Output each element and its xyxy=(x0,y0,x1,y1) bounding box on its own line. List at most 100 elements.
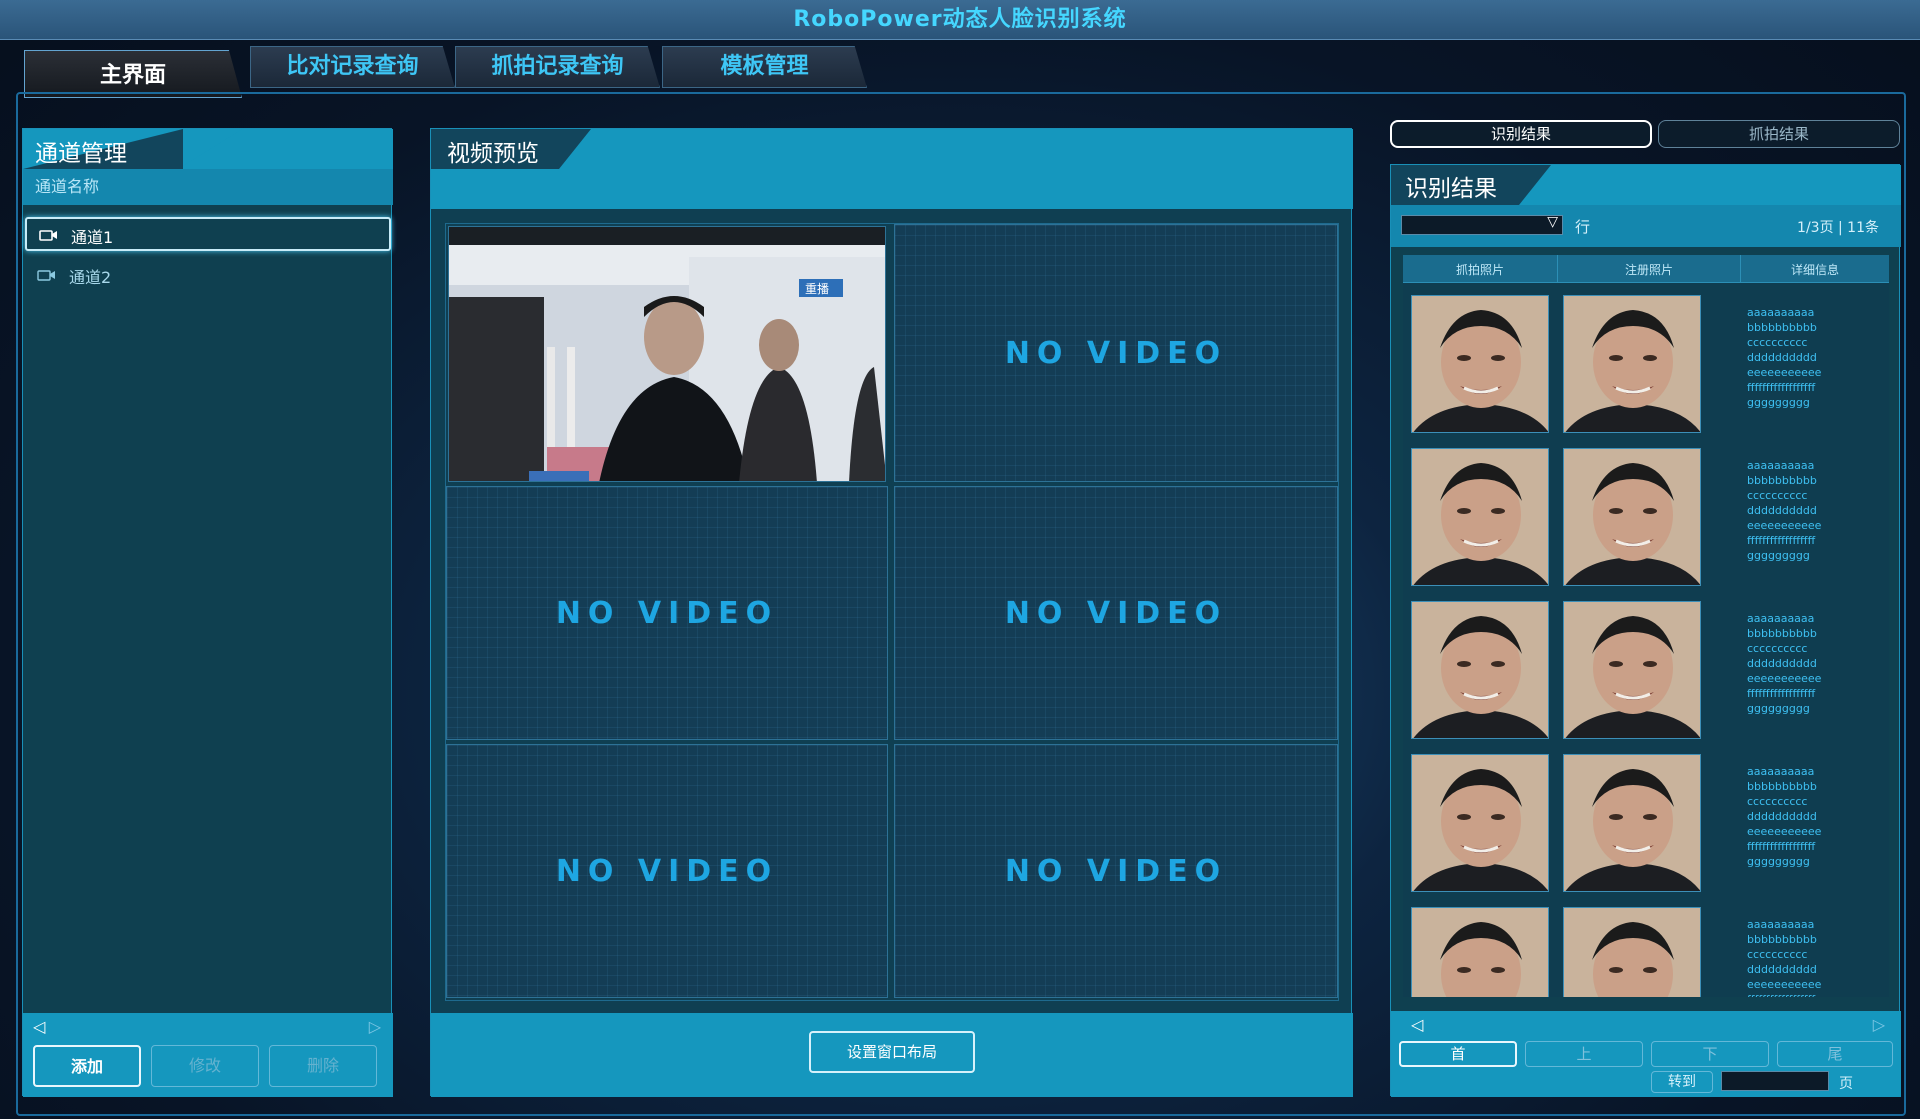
registered-photo[interactable] xyxy=(1563,295,1701,433)
detail-line: eeeeeeeeeee xyxy=(1747,519,1822,532)
channel-item-label: 通道1 xyxy=(71,228,114,247)
scroll-right-icon[interactable]: ▷ xyxy=(1873,1015,1885,1034)
capture-photo[interactable] xyxy=(1411,754,1549,892)
first-page-button[interactable]: 首 xyxy=(1399,1041,1517,1067)
detail-info: aaaaaaaaaa bbbbbbbbbb cccccccccc dddddddddd… xyxy=(1747,458,1821,563)
column-header: 抓拍照片 xyxy=(1455,263,1504,277)
detail-line: aaaaaaaaaa xyxy=(1747,918,1815,931)
detail-line: ffffffffffffffffff xyxy=(1747,381,1816,394)
detail-line: bbbbbbbbbb xyxy=(1747,321,1817,334)
detail-line: dddddddddd xyxy=(1747,810,1817,823)
channel-column-header: 通道名称 xyxy=(23,169,393,205)
detail-line: eeeeeeeeeee xyxy=(1747,366,1822,379)
set-layout-button[interactable]: 设置窗口布局 xyxy=(809,1031,975,1073)
channel-item-1[interactable]: 通道1 xyxy=(25,217,391,251)
delete-channel-button[interactable]: 删除 xyxy=(269,1045,377,1087)
video-cell-4[interactable]: NO VIDEO xyxy=(894,486,1338,740)
video-cell-3[interactable]: NO VIDEO xyxy=(446,486,888,740)
svg-text:重播: 重播 xyxy=(805,282,829,296)
capture-photo[interactable] xyxy=(1411,448,1549,586)
app-title: RoboPower动态人脸识别系统 xyxy=(0,0,1920,40)
video-cell-1[interactable]: 重播 xyxy=(448,226,886,482)
detail-line: eeeeeeeeeee xyxy=(1747,978,1822,991)
capture-photo[interactable] xyxy=(1411,601,1549,739)
rows-label: 行 xyxy=(1575,218,1591,236)
live-video-frame: 重播 xyxy=(449,227,885,481)
detail-line: cccccccccc xyxy=(1747,948,1808,961)
results-footer: ◁ ▷ 首 上 下 尾 转到 页 xyxy=(1391,1011,1901,1097)
no-video-label: NO VIDEO xyxy=(1004,853,1228,889)
detail-line: ggggggggg xyxy=(1747,396,1810,409)
detail-line: ffffffffffffffffff xyxy=(1747,687,1816,700)
result-row[interactable]: aaaaaaaaaa bbbbbbbbbb cccccccccc dddddddddd… xyxy=(1403,601,1889,749)
no-video-label: NO VIDEO xyxy=(555,853,779,889)
scroll-left-icon[interactable]: ◁ xyxy=(1411,1015,1423,1034)
tab-main[interactable]: 主界面 xyxy=(24,50,242,98)
detail-line: dddddddddd xyxy=(1747,504,1817,517)
scroll-right-icon[interactable]: ▷ xyxy=(369,1017,381,1036)
video-cell-2[interactable]: NO VIDEO xyxy=(894,224,1338,482)
detail-line: aaaaaaaaaa xyxy=(1747,306,1815,319)
edit-channel-button[interactable]: 修改 xyxy=(151,1045,259,1087)
detail-line: aaaaaaaaaa xyxy=(1747,765,1815,778)
channel-footer: ◁ ▷ 添加 修改 删除 xyxy=(23,1013,393,1097)
tab-capture-records[interactable]: 抓拍记录查询 xyxy=(455,46,660,88)
tab-compare-records[interactable]: 比对记录查询 xyxy=(250,46,455,88)
channel-item-label: 通道2 xyxy=(69,268,112,287)
result-row[interactable]: aaaaaaaaaa bbbbbbbbbb cccccccccc dddddddddd… xyxy=(1403,907,1889,997)
detail-line: aaaaaaaaaa xyxy=(1747,612,1815,625)
no-video-label: NO VIDEO xyxy=(555,595,779,631)
result-row[interactable]: aaaaaaaaaa bbbbbbbbbb cccccccccc dddddddddd… xyxy=(1403,295,1889,443)
video-footer: 设置窗口布局 xyxy=(431,1013,1353,1097)
detail-line: ggggggggg xyxy=(1747,549,1810,562)
no-video-label: NO VIDEO xyxy=(1004,335,1228,371)
video-cell-6[interactable]: NO VIDEO xyxy=(894,744,1338,998)
results-table-header: 抓拍照片 注册照片 详细信息 xyxy=(1403,255,1889,283)
page-info: 1/3页 | 11条 xyxy=(1797,220,1879,236)
detail-line: cccccccccc xyxy=(1747,795,1808,808)
detail-line: cccccccccc xyxy=(1747,642,1808,655)
channel-panel-title: 通道管理 xyxy=(35,141,127,167)
rows-select[interactable]: ▽ xyxy=(1401,214,1563,235)
detail-line: dddddddddd xyxy=(1747,351,1817,364)
detail-line: bbbbbbbbbb xyxy=(1747,780,1817,793)
last-page-button[interactable]: 尾 xyxy=(1777,1041,1893,1067)
registered-photo[interactable] xyxy=(1563,754,1701,892)
page-unit-label: 页 xyxy=(1839,1076,1853,1092)
prev-page-button[interactable]: 上 xyxy=(1525,1041,1643,1067)
camera-icon xyxy=(39,227,59,241)
result-row[interactable]: aaaaaaaaaa bbbbbbbbbb cccccccccc dddddddddd… xyxy=(1403,448,1889,596)
detail-line: eeeeeeeeeee xyxy=(1747,672,1822,685)
no-video-label: NO VIDEO xyxy=(1004,595,1228,631)
channel-item-2[interactable]: 通道2 xyxy=(25,257,391,291)
registered-photo[interactable] xyxy=(1563,448,1701,586)
registered-photo[interactable] xyxy=(1563,601,1701,739)
video-cell-5[interactable]: NO VIDEO xyxy=(446,744,888,998)
video-panel-title: 视频预览 xyxy=(447,141,539,167)
results-toolbar: ▽ 行 1/3页 | 11条 xyxy=(1391,205,1901,247)
chevron-down-icon: ▽ xyxy=(1547,214,1558,230)
page-number-input[interactable] xyxy=(1721,1071,1829,1091)
registered-photo[interactable] xyxy=(1563,907,1701,997)
results-panel-title: 识别结果 xyxy=(1405,176,1497,202)
add-channel-button[interactable]: 添加 xyxy=(33,1045,141,1087)
next-page-button[interactable]: 下 xyxy=(1651,1041,1769,1067)
column-header: 详细信息 xyxy=(1790,263,1839,277)
detail-line: cccccccccc xyxy=(1747,489,1808,502)
capture-photo[interactable] xyxy=(1411,295,1549,433)
scroll-left-icon[interactable]: ◁ xyxy=(33,1017,45,1036)
detail-line: bbbbbbbbbb xyxy=(1747,627,1817,640)
tab-template-manage[interactable]: 模板管理 xyxy=(662,46,867,88)
detail-info: aaaaaaaaaa bbbbbbbbbb cccccccccc dddddddddd… xyxy=(1747,611,1821,716)
detail-line: bbbbbbbbbb xyxy=(1747,933,1817,946)
capture-photo[interactable] xyxy=(1411,907,1549,997)
column-header: 注册照片 xyxy=(1624,263,1673,277)
goto-page-button[interactable]: 转到 xyxy=(1651,1071,1713,1093)
detail-line: bbbbbbbbbb xyxy=(1747,474,1817,487)
toggle-capture-results[interactable]: 抓拍结果 xyxy=(1658,120,1900,148)
detail-line: eeeeeeeeeee xyxy=(1747,825,1822,838)
toggle-recognition-results[interactable]: 识别结果 xyxy=(1390,120,1652,148)
result-row[interactable]: aaaaaaaaaa bbbbbbbbbb cccccccccc dddddddddd… xyxy=(1403,754,1889,902)
detail-info: aaaaaaaaaa bbbbbbbbbb cccccccccc dddddddddd… xyxy=(1747,764,1821,869)
results-panel: 识别结果 ▽ 行 1/3页 | 11条 抓拍照片 注册照片 详细信息 aaaaa… xyxy=(1390,164,1901,1097)
